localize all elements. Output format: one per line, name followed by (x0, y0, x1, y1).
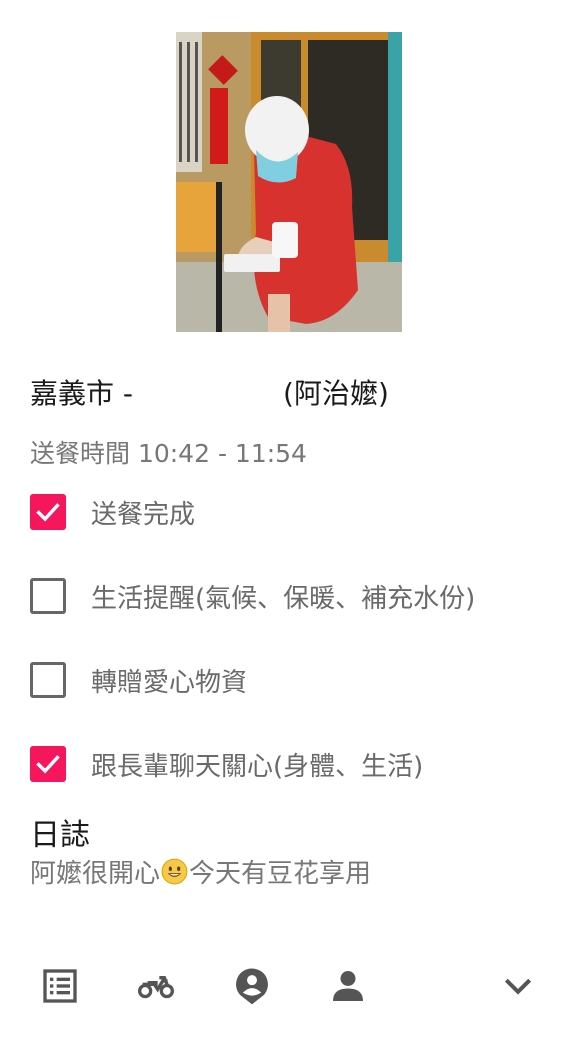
nav-list-button[interactable] (38, 964, 82, 1008)
recipient-nickname: (阿治嬤) (283, 377, 389, 410)
motorcycle-icon (138, 976, 174, 999)
checklist-item-donate-supplies[interactable]: 轉贈愛心物資 (30, 661, 247, 699)
checkbox-checked[interactable] (30, 746, 66, 782)
checkbox-unchecked[interactable] (30, 662, 66, 698)
checklist-item-delivery-complete[interactable]: 送餐完成 (30, 493, 195, 531)
nav-delivery-button[interactable] (134, 964, 178, 1008)
log-text-after: 今天有豆花享用 (189, 859, 372, 889)
delivery-photo (176, 32, 402, 332)
checklist-label: 生活提醒(氣候、保暖、補充水份) (91, 583, 476, 614)
chevron-down-icon (504, 978, 532, 995)
checklist-item-life-reminder[interactable]: 生活提醒(氣候、保暖、補充水份) (30, 577, 475, 615)
checklist-item-chat-care[interactable]: 跟長輩聊天關心(身體、生活) (30, 745, 423, 783)
recipient-title: 嘉義市 - (阿治嬤) (30, 372, 389, 412)
person-icon (333, 971, 363, 1001)
checklist-label: 送餐完成 (91, 499, 196, 530)
expand-button[interactable] (496, 964, 540, 1008)
smiley-emoji-icon (161, 858, 188, 885)
log-text: 阿嬤很開心 今天有豆花享用 (30, 853, 371, 890)
nav-profile-button[interactable] (326, 964, 370, 1008)
location-person-icon (236, 968, 268, 1005)
nav-location-button[interactable] (230, 964, 274, 1008)
log-title: 日誌 (30, 818, 90, 853)
checkbox-checked[interactable] (30, 494, 66, 530)
log-text-before: 阿嬤很開心 (30, 859, 161, 889)
checkbox-unchecked[interactable] (30, 578, 66, 614)
list-icon (43, 969, 77, 1003)
check-icon (36, 755, 60, 774)
checklist-label: 跟長輩聊天關心(身體、生活) (91, 751, 424, 782)
delivery-time: 送餐時間 10:42 - 11:54 (30, 439, 307, 468)
check-icon (36, 503, 60, 522)
recipient-city: 嘉義市 - (30, 377, 134, 410)
checklist-label: 轉贈愛心物資 (91, 667, 248, 698)
bottom-navigation (0, 950, 576, 1024)
